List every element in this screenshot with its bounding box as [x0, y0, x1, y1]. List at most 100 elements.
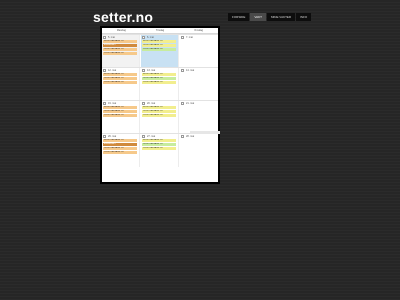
header-day-2: Onsdag	[194, 29, 204, 32]
shift-event[interactable]: 08:00 KLARVANN 1-4	[142, 106, 176, 109]
day-label: 7. mai	[186, 36, 193, 39]
day-checkbox[interactable]	[181, 102, 184, 105]
week-row: 26. mai 08:00 KLARVANN 1-4 ANNANVAKT 16:00 …	[102, 133, 218, 167]
day-label: 19. mai	[108, 102, 117, 105]
day-label: 27. mai	[147, 135, 156, 138]
day-cell[interactable]: 19. mai 08:00 KLARVANN 1-4 16:00 KLARVANN …	[102, 101, 140, 134]
header-day-0: Mandag	[116, 29, 126, 32]
shift-event-label: 20:00 KLARVANN 5-8	[143, 48, 163, 50]
shift-event-label: 16:00 KLARVANN 1-4	[143, 44, 163, 46]
day-cell[interactable]: 6. mai 08:00 KLARVANN 1-4 16:00 KLARVANN 1…	[141, 35, 179, 68]
day-label: 14. mai	[186, 69, 195, 72]
day-cell[interactable]: 7. mai	[180, 35, 218, 68]
day-label: 12. mai	[108, 69, 117, 72]
day-cell[interactable]: 28. mai	[180, 134, 218, 167]
day-cell[interactable]: 20. mai 08:00 KLARVANN 1-4 16:00 KLARVANN …	[141, 101, 179, 134]
day-label: 20. mai	[147, 102, 156, 105]
shift-event[interactable]: 16:00 KLARVANN 1-4	[142, 77, 176, 80]
shift-event[interactable]: 20:00 KLARVANN 5-8	[142, 48, 176, 51]
shift-event[interactable]: 08:00 KLARVANN 1-4	[103, 106, 137, 109]
shift-event[interactable]: 08:00 KLARVANN 1-4	[103, 73, 137, 76]
day-checkbox[interactable]	[142, 135, 145, 138]
day-cell[interactable]: 12. mai 08:00 KLARVANN 1-4 16:00 KLARVANN …	[102, 68, 140, 101]
shift-event-label: 08:00 KLARVANN 1-4	[104, 139, 124, 141]
shift-event[interactable]: 08:00 KLARVANN 1-4	[103, 139, 137, 142]
day-cell[interactable]: 5. mai 08:00 KLARVANN 1-4 ANNANVAKT 16:00 K…	[102, 35, 140, 68]
day-checkbox[interactable]	[103, 102, 106, 105]
nav-item-vakt[interactable]: VAKT	[250, 13, 266, 21]
shift-event-label: 20:00 KLARVANN 5-8	[143, 114, 163, 116]
day-label: 28. mai	[186, 135, 195, 138]
shift-event-label: 08:00 KLARVANN 1-4	[104, 106, 124, 108]
day-checkbox[interactable]	[103, 69, 106, 72]
day-checkbox[interactable]	[103, 36, 106, 39]
shift-event[interactable]: 20:00 KLARVANN 5-8	[142, 114, 176, 117]
day-cell[interactable]: 27. mai 08:00 KLARVANN 1-4 16:00 KLARVANN …	[141, 134, 179, 167]
shift-event[interactable]: 16:00 KLARVANN 1-4	[103, 147, 137, 150]
shift-event-label: 08:00 KLARVANN 1-4	[143, 106, 163, 108]
shift-event[interactable]: 20:00 KLARVANN 5-8	[142, 147, 176, 150]
shift-event[interactable]: 20:00 KLARVANN 5-8	[103, 151, 137, 154]
shift-event-label: 16:00 KLARVANN 1-4	[143, 77, 163, 79]
shift-event-label: 16:00 KLARVANN 1-4	[104, 110, 124, 112]
nav-item-mine-vakter[interactable]: MINE VAKTER	[266, 13, 296, 21]
shift-event-label: 08:00 KLARVANN 1-4	[143, 139, 163, 141]
shift-event-label: 08:00 KLARVANN 1-4	[143, 40, 163, 42]
day-checkbox[interactable]	[142, 36, 145, 39]
day-checkbox[interactable]	[181, 135, 184, 138]
day-cell[interactable]: 13. mai 08:00 KLARVANN 1-4 16:00 KLARVANN …	[141, 68, 179, 101]
day-cell[interactable]: 14. mai	[180, 68, 218, 101]
shift-event-label: 20:00 KLARVANN 5-8	[104, 114, 124, 116]
shift-event[interactable]: 16:00 KLARVANN 1-4	[103, 48, 137, 51]
shift-event[interactable]: 16:00 KLARVANN 1-4	[142, 143, 176, 146]
shift-event-label: 20:00 KLARVANN 5-8	[143, 81, 163, 83]
day-checkbox[interactable]	[103, 135, 106, 138]
shift-event[interactable]: ANNANVAKT	[103, 44, 137, 47]
shift-event[interactable]: 20:00 KLARVANN 5-8	[103, 52, 137, 55]
shift-event-label: 08:00 KLARVANN 1-4	[104, 73, 124, 75]
calendar-frame: Mandag Tirsdag Onsdag 5. mai 08:00 KLARVA…	[100, 26, 220, 184]
shift-event[interactable]: 16:00 KLARVANN 1-4	[142, 44, 176, 47]
shift-event[interactable]: 08:00 KLARVANN 1-4	[142, 73, 176, 76]
day-checkbox[interactable]	[142, 69, 145, 72]
shift-event[interactable]: 08:00 KLARVANN 1-4	[142, 139, 176, 142]
shift-event[interactable]: 20:00 KLARVANN 5-8	[142, 81, 176, 84]
shift-event[interactable]: 16:00 KLARVANN 1-4	[142, 110, 176, 113]
day-cell[interactable]: 21. mai	[180, 101, 218, 134]
shift-event-label: ANNANVAKT	[104, 44, 117, 46]
nav-item-info[interactable]: INFO	[296, 13, 312, 21]
site-title[interactable]: setter.no	[93, 9, 153, 25]
shift-event-label: 20:00 KLARVANN 5-8	[143, 147, 163, 149]
shift-event-label: 16:00 KLARVANN 1-4	[104, 48, 124, 50]
day-cell[interactable]: 26. mai 08:00 KLARVANN 1-4 ANNANVAKT 16:00 …	[102, 134, 140, 167]
day-label: 13. mai	[147, 69, 156, 72]
week-row: 19. mai 08:00 KLARVANN 1-4 16:00 KLARVANN …	[102, 100, 218, 134]
shift-event-label: 16:00 KLARVANN 1-4	[143, 110, 163, 112]
shift-event-label: 20:00 KLARVANN 5-8	[104, 151, 124, 153]
main-nav: FORSIDE VAKT MINE VAKTER INFO	[228, 13, 312, 21]
shift-event-label: 20:00 KLARVANN 5-8	[104, 52, 124, 54]
shift-event-label: 08:00 KLARVANN 1-4	[143, 73, 163, 75]
shift-event-label: 08:00 KLARVANN 1-4	[104, 40, 124, 42]
shift-event-label: 20:00 KLARVANN 5-8	[104, 81, 124, 83]
shift-event-label: ANNANVAKT	[104, 143, 117, 145]
day-checkbox[interactable]	[181, 36, 184, 39]
shift-event[interactable]: 08:00 KLARVANN 1-4	[142, 40, 176, 43]
week-row: 5. mai 08:00 KLARVANN 1-4 ANNANVAKT 16:00 K…	[102, 34, 218, 68]
shift-event[interactable]: 20:00 KLARVANN 5-8	[103, 81, 137, 84]
day-checkbox[interactable]	[181, 69, 184, 72]
shift-event[interactable]: 20:00 KLARVANN 5-8	[103, 114, 137, 117]
header-day-1: Tirsdag	[155, 29, 165, 32]
day-label: 26. mai	[108, 135, 117, 138]
shift-event-label: 16:00 KLARVANN 1-4	[104, 77, 124, 79]
day-checkbox[interactable]	[142, 102, 145, 105]
overflow-tag[interactable]	[190, 131, 220, 134]
shift-event[interactable]: 08:00 KLARVANN 1-4	[103, 40, 137, 43]
nav-item-forside[interactable]: FORSIDE	[228, 13, 250, 21]
shift-event[interactable]: ANNANVAKT	[103, 143, 137, 146]
shift-event[interactable]: 16:00 KLARVANN 1-4	[103, 110, 137, 113]
week-row: 12. mai 08:00 KLARVANN 1-4 16:00 KLARVANN …	[102, 67, 218, 101]
shift-event-label: 16:00 KLARVANN 1-4	[104, 147, 124, 149]
day-label: 21. mai	[186, 102, 195, 105]
shift-event[interactable]: 16:00 KLARVANN 1-4	[103, 77, 137, 80]
